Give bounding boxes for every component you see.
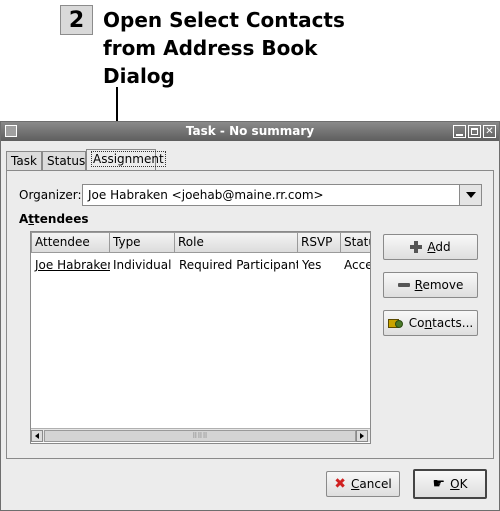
attendees-heading: Attendees [19, 212, 88, 226]
attendees-heading-prefix: A [19, 212, 29, 226]
scrollbar-thumb[interactable]: ⠿⠿⠿ [44, 430, 356, 442]
maximize-icon[interactable] [468, 125, 481, 138]
column-header-role[interactable]: Role [174, 232, 298, 253]
tab-status[interactable]: Status [42, 151, 86, 170]
tab-assignment[interactable]: Assignment [86, 149, 166, 170]
callout-line-3: Dialog [103, 64, 175, 88]
callout-caption: Open Select Contacts from Address Book D… [103, 6, 363, 90]
callout-line-1: Open Select Contacts [103, 8, 345, 32]
ok-button[interactable]: ☛ OK [413, 469, 487, 499]
tab-status-label: Status [47, 154, 86, 168]
cancel-button-label: Cancel [351, 477, 392, 491]
cancel-button[interactable]: ✖ Cancel [326, 471, 400, 497]
cell-role: Required Participant [179, 258, 298, 272]
tab-task-label: Task [11, 154, 37, 168]
cell-attendee[interactable]: Joe Habraken [32, 258, 110, 274]
cancel-x-icon: ✖ [334, 476, 347, 492]
contacts-button-label: Contacts... [408, 316, 474, 330]
cell-rsvp: Yes [302, 258, 322, 272]
window-title: Task - No summary [185, 124, 315, 138]
scroll-right-arrow-icon[interactable] [356, 430, 368, 442]
window-titlebar[interactable]: Task - No summary ✕ [1, 122, 499, 141]
column-header-type[interactable]: Type [109, 232, 175, 253]
callout-line-2: from Address Book [103, 36, 318, 60]
column-header-attendee[interactable]: Attendee [31, 232, 110, 253]
tab-assignment-label: Assignment [91, 151, 166, 167]
ok-hand-icon: ☛ [432, 476, 446, 492]
contacts-button[interactable]: Contacts... [383, 310, 478, 336]
chevron-down-icon [465, 192, 476, 198]
table-horizontal-scrollbar[interactable]: ⠿⠿⠿ [31, 428, 370, 442]
cell-type: Individual [113, 258, 172, 272]
scroll-left-arrow-icon[interactable] [31, 430, 43, 442]
remove-button-label: Remove [414, 278, 464, 292]
column-header-rsvp[interactable]: RSVP [297, 232, 341, 253]
minimize-icon[interactable] [453, 125, 466, 138]
cell-status: Acce [344, 258, 371, 272]
step-number-badge: 2 [60, 5, 93, 35]
add-attendee-button[interactable]: Add [383, 234, 478, 260]
plus-icon [410, 241, 423, 253]
attendees-table[interactable]: Attendee Type Role RSVP Statu Joe Habrak… [30, 231, 371, 444]
column-header-status[interactable]: Statu [340, 232, 370, 253]
minus-icon [397, 279, 410, 291]
remove-attendee-button[interactable]: Remove [383, 272, 478, 298]
tab-task[interactable]: Task [6, 151, 42, 170]
add-button-label: Add [427, 240, 451, 254]
close-icon[interactable]: ✕ [483, 125, 496, 138]
organizer-combo-field[interactable]: Joe Habraken <joehab@maine.rr.com> [82, 184, 460, 206]
organizer-label: Organizer: [19, 188, 82, 202]
organizer-dropdown-button[interactable] [459, 184, 482, 206]
address-book-icon [387, 317, 404, 330]
ok-button-label: OK [450, 477, 468, 491]
attendees-heading-rest: tendees [34, 212, 89, 226]
